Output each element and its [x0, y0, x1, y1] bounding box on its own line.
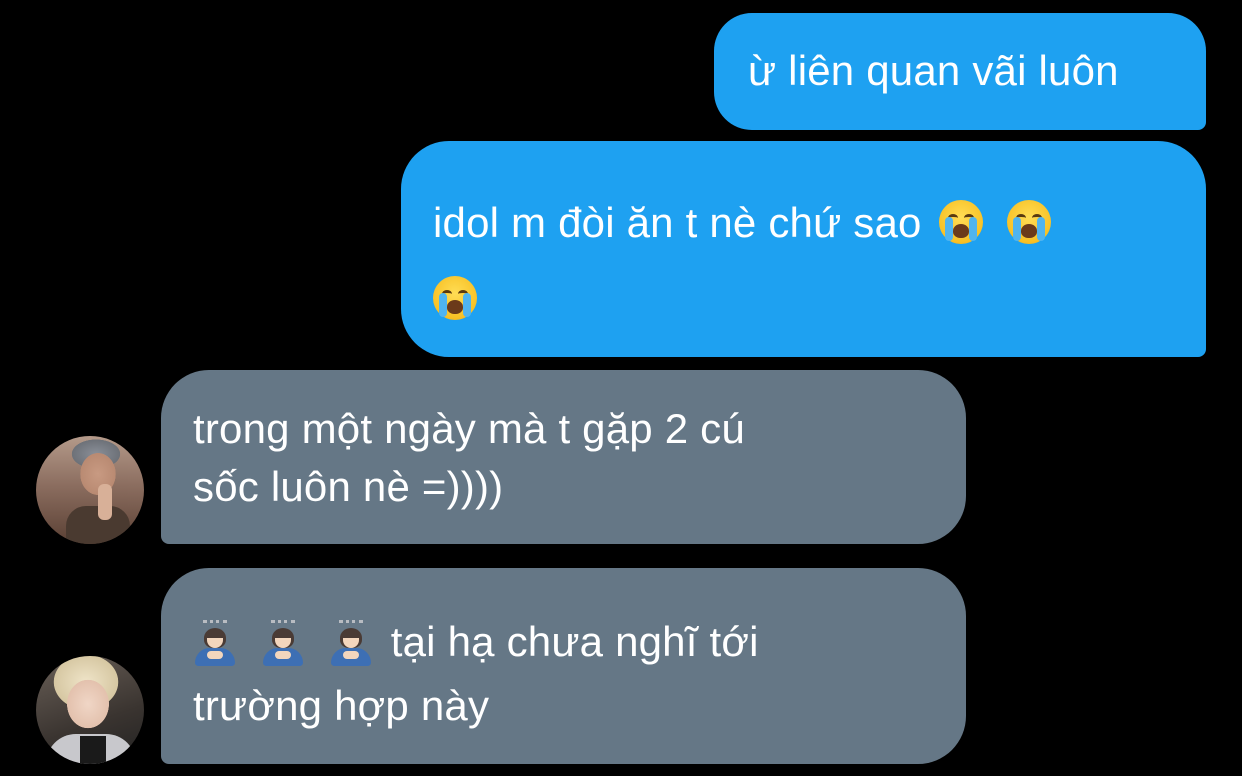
message-text-line: tại hạ chưa nghĩ tới — [390, 618, 759, 665]
avatar[interactable] — [36, 436, 144, 544]
loudly-crying-face-icon — [1007, 199, 1052, 244]
incoming-message-bubble[interactable]: tại hạ chưa nghĩ tới trường hợp này — [161, 568, 966, 764]
message-text-line: sốc luôn nè =)))) — [193, 463, 504, 510]
loudly-crying-face-icon — [433, 275, 477, 320]
message-text: ừ liên quan vãi luôn — [748, 47, 1119, 94]
person-bowing-icon — [329, 619, 373, 666]
person-bowing-icon — [261, 619, 305, 666]
incoming-message-bubble[interactable]: trong một ngày mà t gặp 2 cú sốc luôn nè… — [161, 370, 966, 544]
message-text: idol m đòi ăn t nè chứ sao — [433, 199, 922, 246]
person-bowing-icon — [193, 619, 237, 666]
outgoing-message-bubble[interactable]: ừ liên quan vãi luôn — [714, 13, 1206, 130]
message-text-line: trong một ngày mà t gặp 2 cú — [193, 405, 745, 452]
loudly-crying-face-icon — [939, 199, 984, 244]
message-text-line: trường hợp này — [193, 682, 490, 729]
outgoing-message-bubble[interactable]: idol m đòi ăn t nè chứ sao — [401, 141, 1206, 357]
avatar[interactable] — [36, 656, 144, 764]
